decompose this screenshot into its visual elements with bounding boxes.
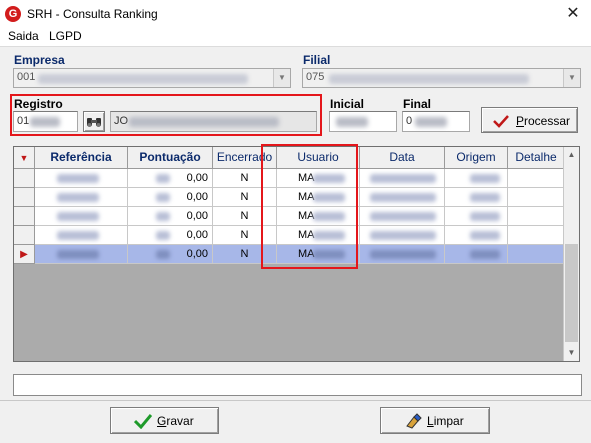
cell-referencia (35, 226, 128, 245)
processar-button[interactable]: Processar (481, 107, 578, 133)
cell-pontuacao: 0,00 (128, 226, 213, 245)
filial-label: Filial (303, 53, 331, 67)
binoculars-search-button[interactable] (83, 111, 105, 132)
cell-pontuacao: 0,00 (128, 245, 213, 264)
chevron-down-icon[interactable]: ▼ (563, 69, 580, 87)
usuario-column-highlight-box (261, 144, 358, 269)
row-indicator[interactable]: ▶ (14, 245, 35, 264)
final-date-input[interactable]: 0 (402, 111, 470, 132)
final-value: 0 (406, 115, 413, 127)
cell-origem (445, 245, 508, 264)
cell-detalhe (508, 207, 565, 226)
status-message-box (13, 374, 582, 396)
filial-redacted-name (329, 74, 529, 84)
cell-data (360, 169, 445, 188)
empresa-select[interactable]: 001 ▼ (13, 68, 291, 88)
cell-pontuacao: 0,00 (128, 169, 213, 188)
filial-value: 075 (306, 71, 325, 83)
menu-item-saida[interactable]: Saida (8, 29, 39, 43)
col-header-detalhe[interactable]: Detalhe (508, 147, 565, 169)
close-button[interactable]: ✕ (555, 0, 591, 28)
menu-item-lgpd[interactable]: LGPD (49, 29, 82, 43)
app-logo-icon: G (5, 6, 21, 22)
limpar-button[interactable]: Limpar (380, 407, 490, 434)
col-header-data[interactable]: Data (360, 147, 445, 169)
final-redacted (415, 117, 447, 127)
empresa-label: Empresa (14, 53, 65, 67)
cell-referencia (35, 207, 128, 226)
menu-bar: Saida LGPD (0, 28, 591, 46)
cell-origem (445, 226, 508, 245)
cell-detalhe (508, 188, 565, 207)
red-check-icon (493, 115, 509, 128)
binoculars-icon (87, 118, 101, 127)
col-header-pontuacao[interactable]: Pontuação (128, 147, 213, 169)
chevron-down-icon[interactable]: ▼ (273, 69, 290, 87)
registro-name-field: JO (110, 111, 317, 132)
cell-referencia (35, 169, 128, 188)
col-header-origem[interactable]: Origem (445, 147, 508, 169)
empresa-redacted-name (38, 74, 248, 84)
cell-data (360, 245, 445, 264)
registro-code-input[interactable]: 01 (13, 111, 78, 132)
row-indicator[interactable] (14, 226, 35, 245)
cell-detalhe (508, 169, 565, 188)
cell-data (360, 207, 445, 226)
row-indicator[interactable] (14, 188, 35, 207)
cell-detalhe (508, 245, 565, 264)
divider (0, 400, 591, 401)
row-indicator[interactable] (14, 169, 35, 188)
current-row-arrow-icon: ▶ (20, 249, 28, 260)
pontuacao-value: 0,00 (186, 172, 208, 184)
filial-select[interactable]: 075 ▼ (302, 68, 581, 88)
title-bar: G SRH - Consulta Ranking ✕ (0, 0, 591, 28)
processar-label: Processar (516, 114, 571, 128)
pontuacao-value: 0,00 (186, 210, 208, 222)
col-header-referencia[interactable]: Referência (35, 147, 128, 169)
cell-detalhe (508, 226, 565, 245)
cell-data (360, 188, 445, 207)
inicial-date-input[interactable] (329, 111, 397, 132)
gravar-button[interactable]: Gravar (110, 407, 219, 434)
registro-code-redacted (30, 117, 60, 127)
cell-pontuacao: 0,00 (128, 207, 213, 226)
green-check-icon (134, 414, 152, 429)
inicial-redacted (336, 117, 368, 127)
cell-pontuacao: 0,00 (128, 188, 213, 207)
cell-origem (445, 188, 508, 207)
inicial-label: Inicial (330, 97, 365, 111)
pontuacao-value: 0,00 (186, 229, 208, 241)
gravar-label: Gravar (157, 414, 194, 428)
window-title: SRH - Consulta Ranking (27, 7, 158, 21)
eraser-broom-icon (406, 413, 422, 429)
registro-name-redacted (129, 117, 279, 127)
scroll-up-icon[interactable]: ▲ (564, 147, 579, 163)
row-indicator[interactable] (14, 207, 35, 226)
scroll-down-icon[interactable]: ▼ (564, 345, 579, 361)
cell-referencia (35, 188, 128, 207)
scroll-thumb[interactable] (565, 244, 578, 342)
limpar-label: Limpar (427, 414, 464, 428)
final-label: Final (403, 97, 432, 111)
empresa-value: 001 (17, 71, 36, 83)
indicator-header: ▼ (14, 147, 35, 169)
registro-code-value: 01 (17, 115, 30, 127)
pontuacao-value: 0,00 (186, 191, 208, 203)
cell-data (360, 226, 445, 245)
cell-referencia (35, 245, 128, 264)
cell-origem (445, 207, 508, 226)
pontuacao-value: 0,00 (186, 248, 208, 260)
sort-triangle-icon: ▼ (19, 153, 29, 163)
grid-vertical-scrollbar[interactable]: ▲ ▼ (563, 147, 579, 361)
cell-origem (445, 169, 508, 188)
registro-label: Registro (14, 97, 63, 111)
registro-name-value: JO (114, 115, 129, 127)
